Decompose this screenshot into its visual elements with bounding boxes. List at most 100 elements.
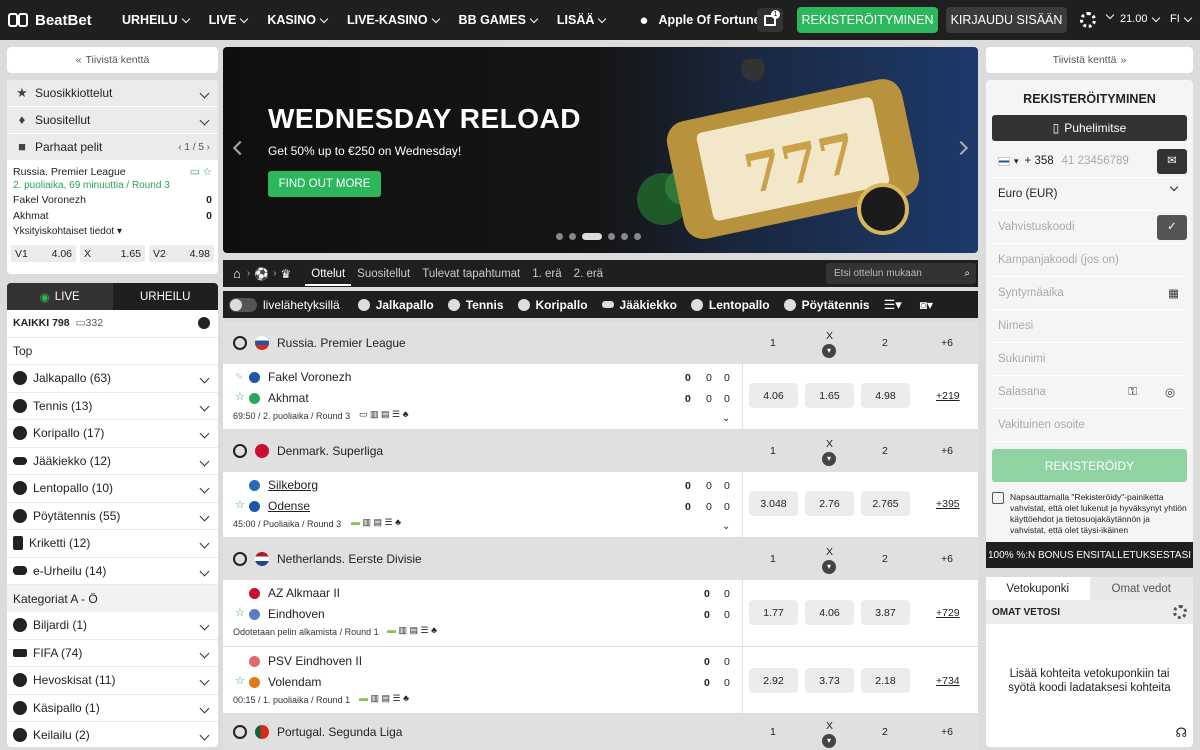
nav-apple-of-fortune[interactable]: ● Apple Of Fortune	[629, 0, 770, 40]
currency-select[interactable]: Euro (EUR)	[992, 178, 1187, 211]
tv-star-icons[interactable]: ▭ ☆	[190, 165, 212, 179]
match-row[interactable]: PSV Eindhoven II ☆ Volendam 0 0 0 0 00:1…	[223, 647, 978, 714]
envelope-icon[interactable]: ✉	[1157, 149, 1187, 174]
all-events-row[interactable]: KAIKKI 798 ▭ 332	[7, 310, 218, 338]
promo-banner[interactable]: WEDNESDAY RELOAD Get 50% up to €250 on W…	[223, 47, 978, 253]
nav-live[interactable]: LIVE	[199, 0, 258, 40]
odd-away[interactable]: 3.87	[861, 600, 910, 625]
odd-home[interactable]: 4.06	[749, 383, 798, 408]
more-markets-link[interactable]: +395	[936, 498, 960, 510]
odd-draw[interactable]: 2.76	[805, 491, 854, 516]
tab-suositellut[interactable]: Suositellut	[351, 268, 416, 280]
right-collapse-button[interactable]: Tiivistä kenttä»	[986, 47, 1193, 73]
banner-next-arrow-icon[interactable]	[953, 140, 969, 156]
match-stats-icons[interactable]: ▭ ▥ ▤ ☰ ♣	[359, 409, 409, 420]
cat-horse-racing[interactable]: Hevoskisat (11)	[7, 667, 218, 695]
away-team[interactable]: Odense	[268, 499, 310, 513]
banner-dot[interactable]	[569, 233, 576, 240]
sport-football[interactable]: Jalkapallo (63)	[7, 365, 218, 393]
sport-volleyball[interactable]: Lentopallo (10)	[7, 475, 218, 503]
favorites-row[interactable]: ★ Suosikkiottelut	[7, 80, 218, 107]
more-sports-menu-icon[interactable]: ☰▾	[884, 297, 902, 313]
football-breadcrumb-icon[interactable]: ⚽	[254, 267, 269, 281]
filter-table-tennis[interactable]: Pöytätennis	[783, 298, 870, 312]
chevron-down-icon[interactable]: ▾	[1014, 156, 1019, 167]
phone-registration-tab[interactable]: ▯ Puhelimitse	[992, 115, 1187, 141]
league-header-netherlands[interactable]: Netherlands. Eerste Divisie 1 X ▾ 2 +6	[223, 538, 978, 580]
odd-away[interactable]: 2.765	[861, 491, 910, 516]
filter-basketball[interactable]: Koripallo	[517, 298, 588, 312]
details-link[interactable]: Yksityiskohtaiset tiedot ▾	[13, 225, 212, 239]
more-markets-link[interactable]: +729	[936, 607, 960, 619]
find-out-more-button[interactable]: FIND OUT MORE	[268, 171, 381, 197]
match-stats-icons[interactable]: ▬ ▥ ▤ ☰ ♣	[351, 517, 401, 528]
expand-chevron-icon[interactable]: ⌄	[722, 521, 730, 532]
sport-basketball[interactable]: Koripallo (17)	[7, 420, 218, 448]
banner-prev-arrow-icon[interactable]	[232, 140, 248, 156]
register-submit-button[interactable]: REKISTERÖIDY	[992, 449, 1187, 482]
pie-icon[interactable]	[198, 317, 210, 330]
banner-dot[interactable]	[634, 233, 641, 240]
banner-dot[interactable]	[621, 233, 628, 240]
expand-chevron-icon[interactable]: ⌄	[722, 413, 730, 424]
sport-cricket[interactable]: Kriketti (12)	[7, 530, 218, 558]
odd-home[interactable]: 3.048	[749, 491, 798, 516]
match-row[interactable]: AZ Alkmaar II ☆ Eindhoven 0 0 0 0 Odotet…	[223, 580, 978, 647]
cat-billiards[interactable]: Biljardi (1)	[7, 612, 218, 640]
tab-ottelut[interactable]: Ottelut	[305, 268, 352, 286]
match-search-input[interactable]: Etsi ottelun mukaan ⌕	[826, 263, 976, 284]
match-stats-icons[interactable]: ▬ ▥ ▤ ☰ ♣	[387, 625, 437, 636]
support-headset-icon[interactable]: ☊	[1175, 725, 1187, 741]
odd-v1[interactable]: V1 4.06	[11, 245, 76, 262]
terms-checkbox[interactable]	[992, 492, 1004, 504]
match-stats-icons[interactable]: ▬ ▥ ▤ ☰ ♣	[359, 693, 409, 704]
chevron-down-icon[interactable]: ▾	[822, 452, 836, 466]
nav-urheilu[interactable]: URHEILU	[112, 0, 199, 40]
league-header-russia[interactable]: Russia. Premier League 1 X ▾ 2 +6	[223, 322, 978, 364]
sport-esports[interactable]: e-Urheilu (14)	[7, 558, 218, 585]
tab-2-era[interactable]: 2. erä	[568, 268, 609, 280]
calendar-icon[interactable]: ▦	[1168, 286, 1179, 300]
address-input[interactable]: Vakituinen osoite	[992, 409, 1187, 442]
odd-x[interactable]: X 1.65	[80, 245, 145, 262]
odd-away[interactable]: 4.98	[861, 383, 910, 408]
more-markets-link[interactable]: +734	[936, 675, 960, 687]
phone-field[interactable]: ▾ + 358 41 23456789 ✉	[992, 145, 1187, 178]
key-icon[interactable]: ⚿	[1128, 386, 1137, 399]
live-stream-toggle[interactable]	[229, 297, 257, 312]
first-name-input[interactable]: Nimesi	[992, 310, 1187, 343]
best-games-pager[interactable]: ‹ 1 / 5 ›	[178, 142, 210, 153]
filter-hockey[interactable]: Jääkiekko	[601, 298, 677, 312]
password-input[interactable]: Salasana ⚿ ◎	[992, 376, 1187, 409]
language-selector[interactable]: FI	[1170, 13, 1193, 25]
last-name-input[interactable]: Sukunimi	[992, 343, 1187, 376]
match-row[interactable]: ✎ Fakel Voronezh ☆ Akhmat 0 0 0 0 0 0 69…	[223, 364, 978, 430]
eye-slash-icon[interactable]: ◎	[1165, 385, 1175, 399]
nav-lisaa[interactable]: LISÄÄ	[547, 0, 616, 40]
tab-live[interactable]: ◉ LIVE	[7, 283, 113, 310]
register-button[interactable]: REKISTERÖITYMINEN	[797, 7, 938, 33]
tab-1-era[interactable]: 1. erä	[526, 268, 567, 280]
confirmation-code-input[interactable]: Vahvistuskoodi ✓	[992, 211, 1187, 244]
gear-icon[interactable]	[1173, 605, 1187, 619]
login-button[interactable]: KIRJAUDU SISÄÄN	[946, 7, 1067, 33]
match-row[interactable]: Silkeborg ☆ Odense 0 0 0 0 0 0 45:00 / P…	[223, 472, 978, 538]
chevron-down-icon[interactable]: ▾	[822, 560, 836, 574]
odd-home[interactable]: 1.77	[749, 600, 798, 625]
gear-icon[interactable]	[1080, 12, 1096, 28]
cat-bowling[interactable]: Keilailu (2)	[7, 722, 218, 747]
time-selector[interactable]: 21.00	[1120, 13, 1160, 25]
checkmark-icon[interactable]: ✓	[1157, 215, 1187, 240]
banner-dot[interactable]	[556, 233, 563, 240]
filter-football[interactable]: Jalkapallo	[357, 298, 434, 312]
best-games-row[interactable]: ■ Parhaat pelit ‹ 1 / 5 ›	[7, 134, 218, 161]
bonus-banner[interactable]: 100% %:N BONUS ENSITALLETUKSESTASI	[986, 542, 1193, 568]
more-markets-link[interactable]: +219	[936, 390, 960, 402]
recommended-row[interactable]: ♦ Suositellut	[7, 107, 218, 134]
odd-draw[interactable]: 1.65	[805, 383, 854, 408]
left-collapse-button[interactable]: «Tiivistä kenttä	[7, 47, 218, 73]
banner-dot-active[interactable]	[582, 233, 602, 240]
odd-draw[interactable]: 4.06	[805, 600, 854, 625]
phone-input[interactable]: 41 23456789	[1062, 155, 1129, 167]
trophy-icon[interactable]: ♛	[281, 267, 292, 281]
